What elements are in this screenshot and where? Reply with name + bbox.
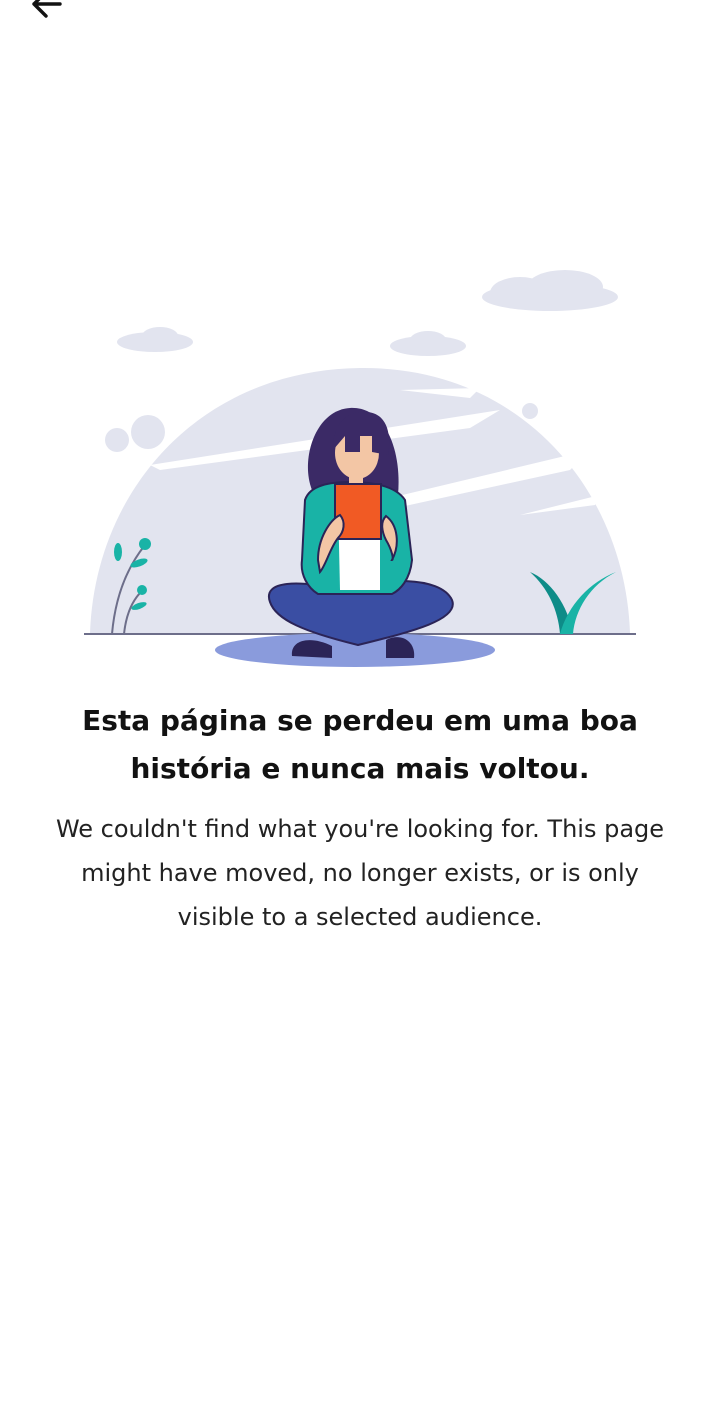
woman-reading-book-illustration <box>0 260 720 680</box>
arrow-left-icon <box>28 0 64 26</box>
back-button[interactable] <box>20 0 72 26</box>
cloud-icon <box>117 270 618 356</box>
error-message: We couldn't find what you're looking for… <box>55 815 665 931</box>
error-title: Esta página se perdeu em uma boa históri… <box>82 704 638 785</box>
